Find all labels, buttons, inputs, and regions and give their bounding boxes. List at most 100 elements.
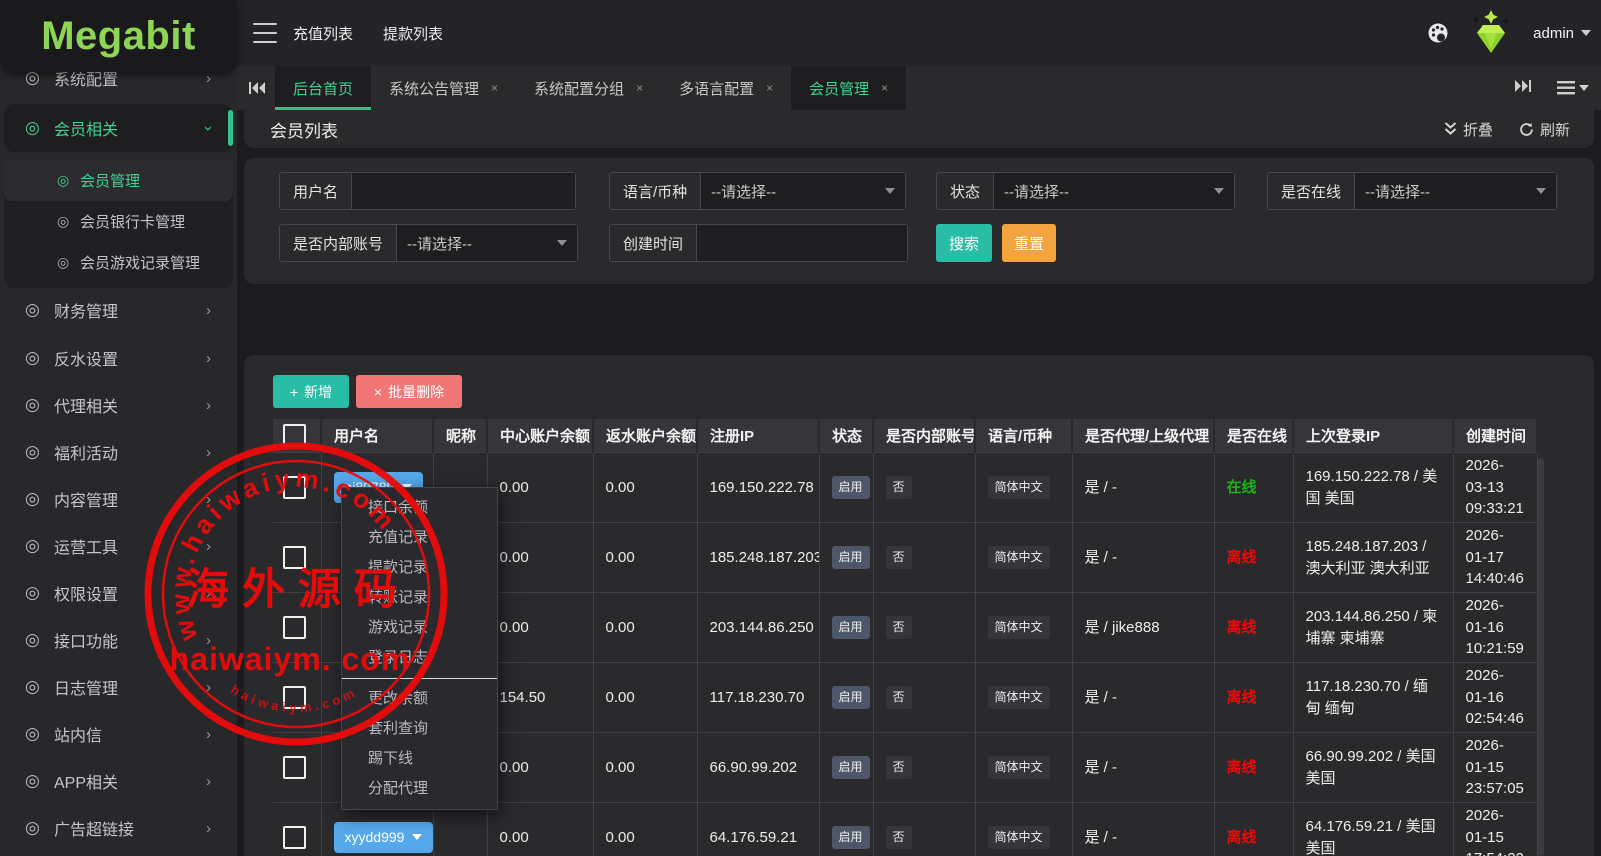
menu-item-login-log[interactable]: 登录日志 bbox=[342, 643, 497, 673]
center-balance-cell: 0.00 bbox=[487, 732, 594, 803]
sidebar-item-finance[interactable]: ◎ 财务管理 › bbox=[0, 288, 237, 332]
close-icon[interactable]: × bbox=[766, 81, 773, 95]
menu-item-assign-agent[interactable]: 分配代理 bbox=[342, 774, 497, 804]
batch-delete-button[interactable]: × 批量删除 bbox=[356, 375, 462, 408]
caret-down-icon bbox=[412, 834, 423, 841]
tab-options-icon[interactable] bbox=[1557, 81, 1589, 95]
menu-toggle-icon[interactable] bbox=[253, 23, 277, 43]
collapse-button[interactable]: 折叠 bbox=[1444, 119, 1493, 140]
sidebar-item-message[interactable]: ◎ 站内信 › bbox=[0, 712, 237, 756]
sidebar-subitem-member-manage[interactable]: ◎ 会员管理 bbox=[4, 160, 233, 201]
status-select[interactable]: --请选择-- bbox=[993, 173, 1234, 209]
sidebar-subitem-member-gamerecord[interactable]: ◎ 会员游戏记录管理 bbox=[4, 242, 233, 283]
logo-box: Megabit bbox=[0, 0, 237, 72]
menu-item-recharge-record[interactable]: 充值记录 bbox=[342, 523, 497, 553]
sidebar-item-label: 广告超链接 bbox=[54, 822, 135, 839]
sidebar-item-label: 会员相关 bbox=[54, 122, 119, 139]
table-scrollbar[interactable] bbox=[1537, 458, 1544, 856]
sidebar-item-welfare[interactable]: ◎ 福利活动 › bbox=[0, 430, 237, 474]
nav-withdraw-list[interactable]: 提款列表 bbox=[383, 23, 443, 44]
nickname-cell bbox=[433, 802, 488, 856]
menu-item-change-balance[interactable]: 更改余额 bbox=[342, 684, 497, 714]
menu-item-kick-offline[interactable]: 踢下线 bbox=[342, 744, 497, 774]
caret-down-icon bbox=[1581, 30, 1591, 36]
diamond-gem-icon[interactable] bbox=[1469, 10, 1513, 56]
row-checkbox[interactable] bbox=[283, 616, 306, 639]
tab-config-group[interactable]: 系统配置分组 × bbox=[516, 66, 661, 110]
sidebar-item-label: 权限设置 bbox=[54, 587, 119, 604]
register-ip-cell: 117.18.230.70 bbox=[697, 662, 820, 733]
center-balance-cell: 0.00 bbox=[487, 452, 594, 523]
sidebar-item-content[interactable]: ◎ 内容管理 › bbox=[0, 477, 237, 521]
menu-item-transfer-record[interactable]: 转账记录 bbox=[342, 583, 497, 613]
caret-down-icon bbox=[1536, 188, 1546, 194]
scroll-tabs-left-icon[interactable] bbox=[249, 81, 265, 95]
tab-label: 后台首页 bbox=[293, 80, 354, 98]
internal-badge: 否 bbox=[885, 615, 912, 640]
brand-logo: Megabit bbox=[41, 13, 196, 58]
sidebar-item-member-related-row[interactable]: ◎ 会员相关 › bbox=[0, 106, 237, 150]
collapse-label: 折叠 bbox=[1462, 121, 1493, 139]
select-value: --请选择-- bbox=[1365, 183, 1430, 201]
sidebar-item-ad-link[interactable]: ◎ 广告超链接 › bbox=[0, 806, 237, 850]
add-button[interactable]: + 新增 bbox=[273, 375, 349, 408]
filter-internal-group: 是否内部账号 --请选择-- bbox=[279, 224, 578, 262]
scroll-tabs-right-icon[interactable] bbox=[1515, 79, 1531, 98]
menu-item-arbitrage-query[interactable]: 套利查询 bbox=[342, 714, 497, 744]
menu-item-withdraw-record[interactable]: 提款记录 bbox=[342, 553, 497, 583]
table-header-row: 用户名 昵称 中心账户余额 返水账户余额 注册IP 状态 是否内部账号 语言/币… bbox=[273, 419, 1538, 453]
close-icon[interactable]: × bbox=[881, 81, 888, 95]
sidebar-item-api[interactable]: ◎ 接口功能 › bbox=[0, 618, 237, 662]
reset-button[interactable]: 重置 bbox=[1002, 224, 1056, 262]
rebate-balance-cell: 0.00 bbox=[593, 592, 698, 663]
tab-home[interactable]: 后台首页 bbox=[275, 66, 372, 110]
username-dropdown-button[interactable]: xyydd999 bbox=[333, 822, 432, 853]
tab-announcement[interactable]: 系统公告管理 × bbox=[371, 66, 516, 110]
row-checkbox[interactable] bbox=[283, 546, 306, 569]
row-checkbox[interactable] bbox=[283, 756, 306, 779]
created-time-input[interactable] bbox=[696, 225, 907, 261]
sidebar-item-logs[interactable]: ◎ 日志管理 › bbox=[0, 665, 237, 709]
row-checkbox[interactable] bbox=[283, 826, 306, 849]
rebate-balance-cell: 0.00 bbox=[593, 662, 698, 733]
sidebar-item-permission[interactable]: ◎ 权限设置 › bbox=[0, 571, 237, 615]
created-filter-label: 创建时间 bbox=[623, 235, 684, 253]
sidebar-item-agent[interactable]: ◎ 代理相关 › bbox=[0, 383, 237, 427]
sidebar-item-operation[interactable]: ◎ 运营工具 › bbox=[0, 524, 237, 568]
col-status: 状态 bbox=[819, 419, 874, 453]
row-checkbox[interactable] bbox=[283, 686, 306, 709]
sidebar-subitem-member-bankcard[interactable]: ◎ 会员银行卡管理 bbox=[4, 201, 233, 242]
row-checkbox[interactable] bbox=[283, 476, 306, 499]
menu-item-api-balance[interactable]: 接口余额 bbox=[342, 493, 497, 523]
close-icon[interactable]: × bbox=[636, 81, 643, 95]
user-menu[interactable]: admin bbox=[1533, 25, 1591, 42]
chevron-right-icon: › bbox=[206, 725, 211, 743]
last-login-ip-cell: 117.18.230.70 / 缅甸 缅甸 bbox=[1293, 662, 1454, 733]
refresh-button[interactable]: 刷新 bbox=[1519, 119, 1570, 140]
username-input[interactable] bbox=[351, 173, 575, 209]
tab-label: 会员管理 bbox=[809, 80, 870, 98]
sidebar-item-rebate[interactable]: ◎ 反水设置 › bbox=[0, 336, 237, 380]
agent-cell: 是 / - bbox=[1072, 732, 1215, 803]
theme-palette-icon[interactable] bbox=[1427, 22, 1449, 44]
menu-item-game-record[interactable]: 游戏记录 bbox=[342, 613, 497, 643]
online-select[interactable]: --请选择-- bbox=[1354, 173, 1556, 209]
tab-multilanguage[interactable]: 多语言配置 × bbox=[661, 66, 791, 110]
language-badge: 简体中文 bbox=[987, 685, 1050, 710]
filter-created-group: 创建时间 bbox=[609, 224, 908, 262]
rebate-balance-cell: 0.00 bbox=[593, 452, 698, 523]
chevron-right-icon: › bbox=[206, 490, 211, 508]
sidebar-item-app[interactable]: ◎ APP相关 › bbox=[0, 759, 237, 803]
col-nickname: 昵称 bbox=[433, 419, 488, 453]
nav-recharge-list[interactable]: 充值列表 bbox=[293, 23, 353, 44]
close-icon[interactable]: × bbox=[491, 81, 498, 95]
internal-select[interactable]: --请选择-- bbox=[396, 225, 577, 261]
online-status: 离线 bbox=[1226, 548, 1257, 566]
caret-down-icon bbox=[557, 240, 567, 246]
tab-label: 系统配置分组 bbox=[534, 80, 625, 98]
tab-member-manage[interactable]: 会员管理 × bbox=[791, 66, 907, 110]
language-select[interactable]: --请选择-- bbox=[700, 173, 905, 209]
select-all-checkbox[interactable] bbox=[283, 424, 306, 447]
search-button[interactable]: 搜索 bbox=[936, 224, 992, 262]
language-filter-label: 语言/币种 bbox=[623, 183, 688, 201]
